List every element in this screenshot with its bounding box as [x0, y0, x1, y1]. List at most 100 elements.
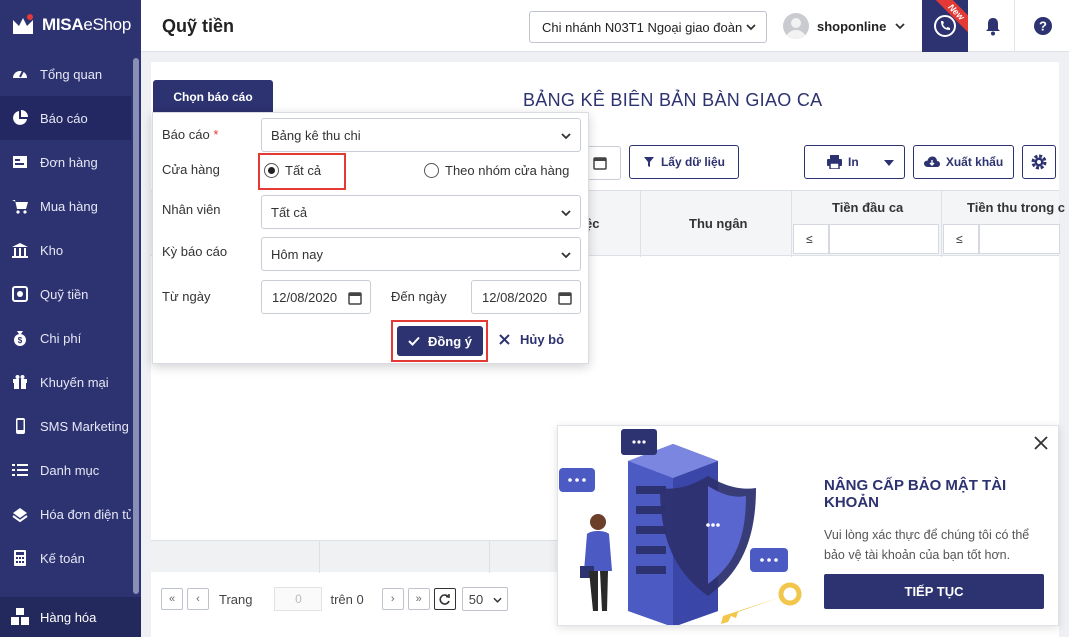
- sidebar-item-label: SMS Marketing: [40, 418, 129, 434]
- promo-description: Vui lòng xác thực để chúng tôi có thể bả…: [824, 528, 1030, 562]
- sidebar-item-ke-toan[interactable]: Kế toán: [0, 536, 131, 580]
- store-all-radio[interactable]: Tất cả: [264, 163, 321, 178]
- calendar-icon: [558, 292, 572, 305]
- column-opening-label: Tiền đầu ca: [832, 200, 904, 215]
- sidebar-item-label: Hóa đơn điện tử: [40, 506, 131, 522]
- report-type-value: Bảng kê thu chi: [271, 127, 361, 143]
- sidebar-item-sms-marketing[interactable]: SMS Marketing: [0, 404, 131, 448]
- sidebar-item-don-hang[interactable]: Đơn hàng: [0, 140, 131, 184]
- security-upgrade-popup: NÂNG CẤP BẢO MẬT TÀI KHOẢN Vui lòng xác …: [557, 425, 1059, 626]
- sidebar-item-hoa-don-dien-tu[interactable]: Hóa đơn điện tử: [0, 492, 131, 536]
- store-group-label: Theo nhóm cửa hàng: [445, 163, 570, 178]
- employee-select[interactable]: Tất cả: [261, 195, 581, 229]
- column-cashier-label: Thu ngân: [689, 216, 748, 231]
- sidebar-item-kho[interactable]: Kho: [0, 228, 131, 272]
- pie-chart-icon: [10, 108, 30, 128]
- employee-value: Tất cả: [271, 204, 308, 220]
- choose-report-popup: Báo cáo * Bảng kê thu chi Cửa hàng Tất c…: [152, 112, 589, 364]
- cancel-button[interactable]: Hủy bỏ: [499, 332, 564, 347]
- close-icon[interactable]: [1032, 434, 1050, 452]
- from-date-label: Từ ngày: [162, 289, 211, 304]
- export-button[interactable]: Xuất khẩu: [913, 145, 1014, 179]
- settings-button[interactable]: [1022, 145, 1056, 179]
- page-title: Quỹ tiền: [162, 16, 235, 36]
- page-size-value: 50: [468, 591, 484, 607]
- svg-text:$: $: [18, 336, 23, 345]
- export-label: Xuất khẩu: [945, 155, 1004, 169]
- print-label: In: [848, 155, 859, 169]
- period-field-label: Kỳ báo cáo: [162, 244, 228, 259]
- sidebar-item-danh-muc[interactable]: Danh mục: [0, 448, 131, 492]
- sidebar-item-label: Mua hàng: [40, 198, 98, 214]
- gear-icon: [1031, 154, 1047, 170]
- sidebar-item-label: Hàng hóa: [40, 609, 97, 625]
- logo-bold-text: MISA: [42, 15, 84, 34]
- user-menu[interactable]: shoponline: [783, 13, 906, 39]
- sidebar-item-label: Đơn hàng: [40, 154, 98, 170]
- security-server-illustration: [559, 429, 802, 625]
- fetch-data-button[interactable]: Lấy dữ liệu: [629, 145, 739, 179]
- ok-label: Đồng ý: [427, 333, 473, 349]
- income-filter-operator[interactable]: ≤: [943, 224, 979, 254]
- cart-icon: [10, 196, 30, 216]
- calculator-icon: [10, 548, 30, 568]
- sidebar-item-tong-quan[interactable]: Tổng quan: [0, 52, 131, 96]
- sidebar-item-bao-cao[interactable]: Báo cáo: [0, 96, 131, 140]
- store-field-label: Cửa hàng: [162, 162, 220, 177]
- app-logo[interactable]: MISAeShop: [0, 0, 141, 50]
- income-filter-input[interactable]: [979, 224, 1060, 254]
- chevron-down-icon: [561, 133, 571, 140]
- column-cashier[interactable]: Thu ngân: [640, 191, 791, 257]
- logo-rest-text: eShop: [83, 15, 131, 34]
- from-date-input[interactable]: 12/08/2020: [261, 280, 371, 314]
- last-page-button[interactable]: »: [407, 588, 430, 610]
- invoice-icon: [10, 504, 30, 524]
- column-income-in-shift[interactable]: Tiền thu trong c ≤: [941, 191, 1065, 257]
- sidebar-item-label: Báo cáo: [40, 110, 88, 126]
- refresh-button[interactable]: [433, 588, 456, 610]
- caret-down-icon: [884, 160, 894, 166]
- page-total: trên 0: [330, 591, 364, 607]
- prev-page-button[interactable]: ‹: [187, 588, 209, 610]
- svg-text:?: ?: [1039, 19, 1047, 34]
- page-size-select[interactable]: 50: [461, 587, 508, 611]
- column-opening-cash[interactable]: Tiền đầu ca ≤: [791, 191, 941, 257]
- sidebar-item-quy-tien[interactable]: Quỹ tiền: [0, 272, 131, 316]
- print-button[interactable]: In: [804, 145, 905, 179]
- filter-operator-label: ≤: [956, 232, 963, 246]
- report-field-label: Báo cáo: [162, 127, 210, 142]
- help-icon[interactable]: ?: [1031, 14, 1055, 38]
- radio-unchecked-icon: [424, 163, 439, 178]
- first-page-button[interactable]: «: [161, 588, 183, 610]
- support-phone-button[interactable]: New: [922, 0, 968, 52]
- sidebar-scrollbar[interactable]: [133, 58, 139, 594]
- notification-bell-icon[interactable]: [981, 14, 1005, 38]
- sidebar-item-chi-phi[interactable]: $ Chi phí: [0, 316, 131, 360]
- close-icon: [499, 334, 510, 345]
- ok-button[interactable]: Đồng ý: [397, 326, 483, 356]
- top-header: Quỹ tiền Chi nhánh N03T1 Ngoại giao đoàn…: [141, 0, 1069, 52]
- report-type-select[interactable]: Bảng kê thu chi: [261, 118, 581, 152]
- printer-icon: [827, 155, 842, 169]
- opening-filter-input[interactable]: [829, 224, 939, 254]
- sidebar-item-mua-hang[interactable]: Mua hàng: [0, 184, 131, 228]
- continue-button[interactable]: TIẾP TỤC: [824, 574, 1044, 609]
- sidebar-item-khuyen-mai[interactable]: Khuyến mại: [0, 360, 131, 404]
- page-number-input[interactable]: 0: [274, 587, 323, 611]
- next-page-button[interactable]: ›: [381, 588, 404, 610]
- sidebar-item-label: Kế toán: [40, 550, 85, 566]
- chevron-down-icon: [895, 23, 905, 30]
- choose-report-tab[interactable]: Chọn báo cáo: [153, 80, 273, 114]
- warehouse-icon: [10, 240, 30, 260]
- to-date-input[interactable]: 12/08/2020: [471, 280, 581, 314]
- opening-filter-operator[interactable]: ≤: [793, 224, 829, 254]
- promo-title: NÂNG CẤP BẢO MẬT TÀI KHOẢN: [824, 477, 1007, 511]
- from-date-value: 12/08/2020: [272, 289, 338, 305]
- phone-device-icon: [10, 416, 30, 436]
- pagination: « ‹ Trang 0 trên 0 › » 50: [161, 587, 508, 611]
- sidebar: MISAeShop Tổng quan Báo cáo Đơn hàng Mua…: [0, 0, 141, 637]
- branch-select[interactable]: Chi nhánh N03T1 Ngoại giao đoàn: [529, 11, 767, 43]
- period-select[interactable]: Hôm nay: [261, 237, 581, 271]
- store-group-radio[interactable]: Theo nhóm cửa hàng: [424, 163, 569, 178]
- sidebar-item-hang-hoa[interactable]: Hàng hóa: [0, 597, 141, 637]
